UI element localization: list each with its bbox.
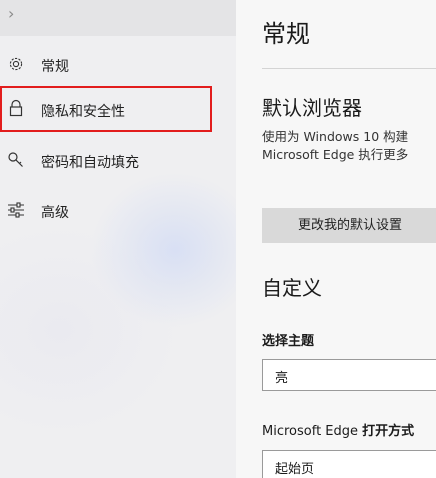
theme-label: 选择主题: [262, 334, 315, 349]
default-browser-heading: 默认浏览器: [262, 96, 362, 120]
open-with-select[interactable]: 起始页: [262, 450, 436, 478]
sidebar-item-general[interactable]: 常规: [0, 44, 236, 84]
sidebar-item-advanced[interactable]: 高级: [0, 190, 236, 230]
lock-icon: [9, 99, 23, 117]
change-default-button[interactable]: 更改我的默认设置: [262, 208, 436, 243]
settings-main-panel: 常规 默认浏览器 使用为 Windows 10 构建 Microsoft Edg…: [236, 0, 436, 478]
back-bar[interactable]: ›: [0, 0, 236, 36]
open-with-label-bold: 打开方式: [362, 424, 415, 439]
open-with-label-prefix: Microsoft Edge: [262, 424, 363, 439]
key-icon: [8, 152, 23, 167]
back-arrow-icon[interactable]: ›: [8, 4, 14, 23]
sidebar-item-passwords[interactable]: 密码和自动填充: [0, 140, 236, 180]
default-browser-description-line2: Microsoft Edge 执行更多: [262, 147, 409, 162]
page-title: 常规: [262, 20, 310, 48]
default-browser-description-line1: 使用为 Windows 10 构建: [262, 129, 409, 144]
sidebar-item-label: 隐私和安全性: [41, 104, 125, 120]
theme-select[interactable]: 亮: [262, 359, 436, 391]
sidebar-item-label: 密码和自动填充: [41, 155, 139, 171]
open-with-label: Microsoft Edge 打开方式: [262, 420, 414, 439]
sliders-icon: [8, 202, 24, 218]
gear-icon: [9, 57, 23, 71]
customize-heading: 自定义: [262, 276, 322, 300]
sidebar-item-privacy[interactable]: 隐私和安全性: [0, 86, 212, 132]
theme-select-value: 亮: [275, 371, 289, 386]
sidebar-item-label: 常规: [41, 59, 69, 75]
open-with-select-value: 起始页: [275, 462, 315, 477]
settings-sidebar: › 常规 隐私和安全性 密码和自动填充 高级: [0, 0, 236, 478]
title-divider: [262, 68, 436, 69]
sidebar-item-label: 高级: [41, 205, 69, 221]
